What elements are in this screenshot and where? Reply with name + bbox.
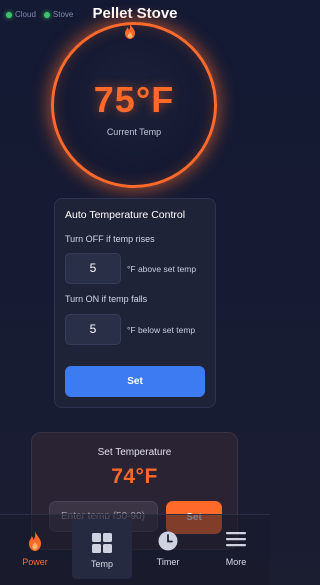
off-rule-label: Turn OFF if temp rises	[65, 234, 155, 244]
flame-icon	[125, 23, 135, 39]
page-title: Pellet Stove	[92, 5, 178, 22]
nav-item-power[interactable]: Power	[10, 515, 60, 585]
nav-label-power: Power	[22, 557, 48, 567]
grid-icon	[92, 533, 112, 553]
off-threshold-unit: °F above set temp	[127, 264, 197, 274]
set-temp-title: Set Temperature	[97, 447, 172, 458]
nav-item-timer[interactable]: Timer	[143, 515, 193, 585]
bottom-nav: Power Temp Timer More	[0, 514, 270, 585]
nav-item-more[interactable]: More	[211, 515, 261, 585]
auto-control-set-button[interactable]: Set	[65, 366, 205, 397]
nav-label-timer: Timer	[156, 557, 180, 567]
auto-temp-control-card: Auto Temperature Control Turn OFF if tem…	[54, 198, 216, 408]
on-threshold-unit: °F below set temp	[127, 325, 196, 335]
auto-control-title: Auto Temperature Control	[65, 209, 186, 221]
menu-icon	[226, 532, 246, 547]
set-temp-value: 74°F	[111, 465, 158, 488]
nav-label-more: More	[225, 557, 247, 567]
on-rule-label: Turn ON if temp falls	[65, 294, 148, 304]
nav-label-temp: Temp	[90, 559, 113, 569]
off-threshold-input[interactable]: 5	[65, 253, 121, 284]
clock-icon	[158, 531, 178, 551]
on-threshold-input[interactable]: 5	[65, 314, 121, 345]
current-temp-label: Current Temp	[106, 127, 162, 137]
current-temp-gauge: 75°F Current Temp	[51, 22, 217, 188]
current-temp-value: 75°F	[93, 79, 175, 120]
nav-item-temp[interactable]: Temp	[72, 519, 132, 579]
flame-icon	[29, 531, 41, 551]
